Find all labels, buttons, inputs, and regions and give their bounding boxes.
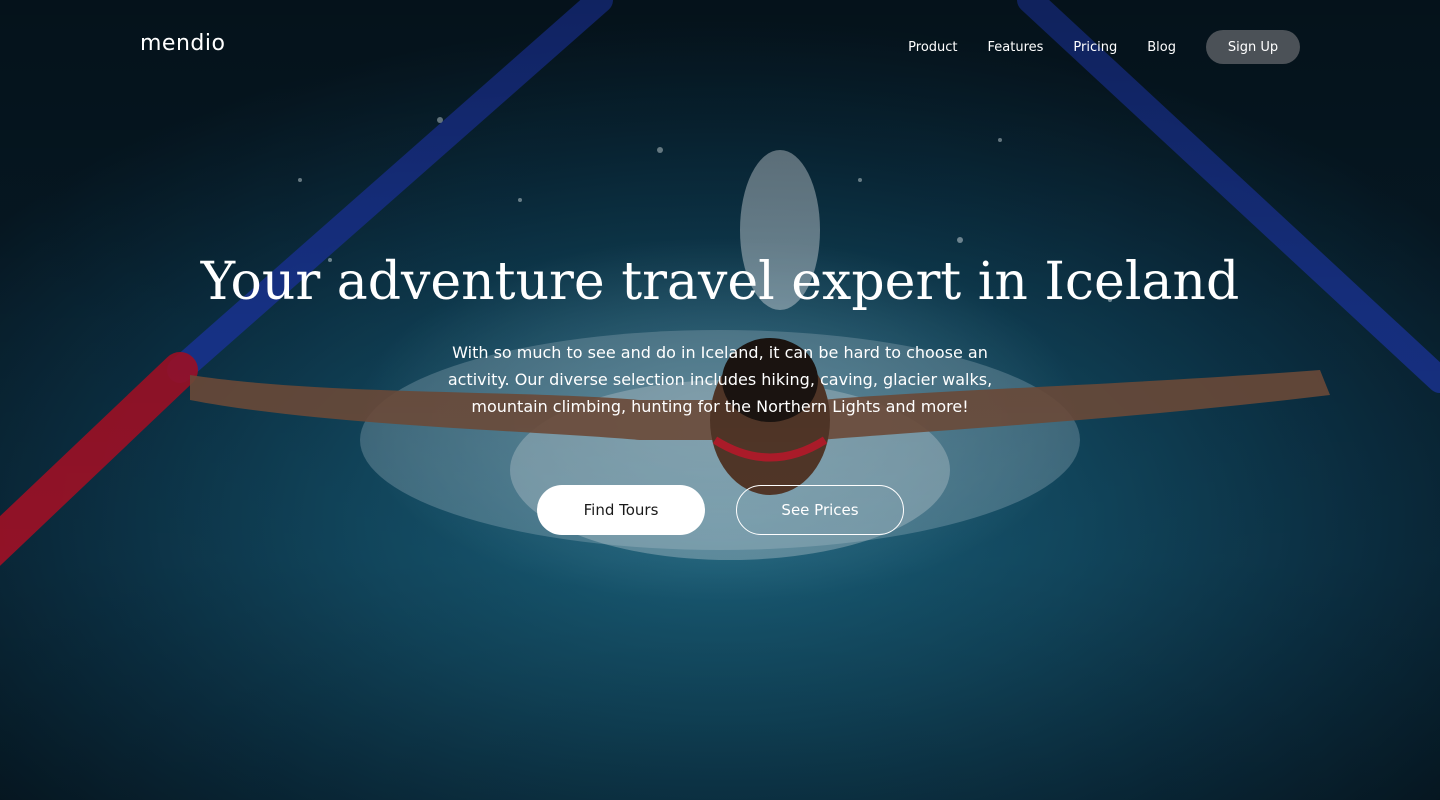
- top-navigation-bar: mendio Product Features Pricing Blog Sig…: [0, 0, 1440, 94]
- hero-section: mendio Product Features Pricing Blog Sig…: [0, 0, 1440, 800]
- nav-item-features[interactable]: Features: [988, 40, 1044, 55]
- nav-item-product[interactable]: Product: [908, 40, 957, 55]
- nav-item-pricing[interactable]: Pricing: [1073, 40, 1117, 55]
- hero-description: With so much to see and do in Iceland, i…: [447, 343, 993, 416]
- find-tours-button[interactable]: Find Tours: [537, 485, 705, 535]
- brand-logo[interactable]: mendio: [140, 31, 225, 56]
- hero-headline: Your adventure travel expert in Iceland: [200, 252, 1240, 312]
- see-prices-button[interactable]: See Prices: [736, 485, 904, 535]
- main-nav: Product Features Pricing Blog Sign Up: [908, 30, 1300, 64]
- nav-item-blog[interactable]: Blog: [1147, 40, 1176, 55]
- sign-up-button[interactable]: Sign Up: [1206, 30, 1300, 64]
